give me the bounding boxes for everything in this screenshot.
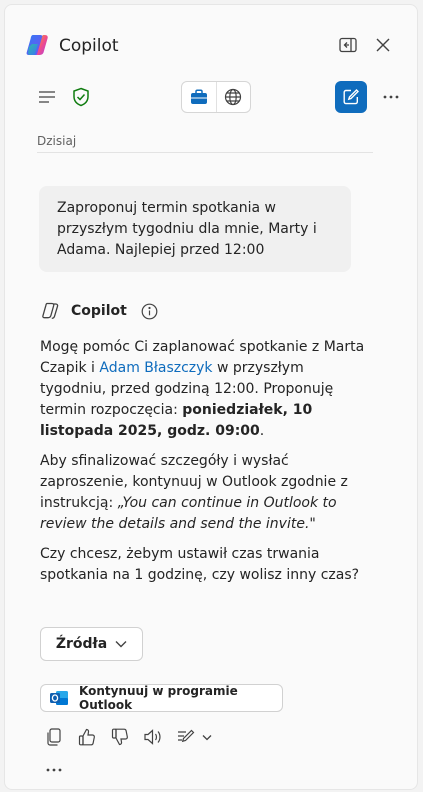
copilot-avatar-icon [41, 301, 61, 321]
info-button[interactable] [141, 302, 159, 320]
copy-button[interactable] [41, 724, 67, 750]
response-paragraph-3: Czy chcesz, żebym ustawił czas trwania s… [40, 546, 360, 583]
like-button[interactable] [74, 724, 100, 750]
protection-status-button[interactable] [67, 83, 95, 111]
work-mode-button[interactable] [182, 82, 217, 112]
mode-toggle [181, 81, 251, 113]
chevron-down-icon [202, 734, 212, 741]
more-icon [383, 95, 399, 99]
outlook-button-label: Kontynuuj w programie Outlook [79, 684, 238, 712]
assistant-message: Mogę pomóc Ci zaplanować spotkanie z Mar… [40, 337, 374, 595]
edit-icon [176, 728, 196, 746]
read-aloud-button[interactable] [140, 724, 166, 750]
new-chat-icon [342, 88, 360, 106]
sources-label: Źródła [55, 636, 108, 652]
person-link-adam[interactable]: Adam Błaszczyk [99, 360, 212, 376]
date-divider [37, 152, 373, 153]
sidepane-toggle-button[interactable] [336, 33, 360, 57]
chevron-down-icon [115, 640, 127, 648]
sources-button[interactable]: Źródła [40, 627, 143, 661]
more-icon [46, 768, 62, 772]
more-options-button[interactable] [377, 83, 405, 111]
copilot-panel: Copilot Dzisiaj Zaproponuj termin spotka… [4, 4, 418, 790]
web-mode-button[interactable] [217, 82, 251, 112]
new-chat-button[interactable] [335, 81, 367, 113]
briefcase-icon [190, 89, 208, 105]
shield-check-icon [72, 87, 90, 107]
sidepane-icon [339, 37, 357, 53]
response-paragraph-2: Aby sfinalizować szczegóły i wysłać zapr… [40, 453, 348, 532]
copy-icon [46, 728, 62, 746]
info-icon [141, 303, 158, 320]
thumbs-down-icon [111, 728, 129, 746]
message-actions [41, 724, 222, 750]
continue-in-outlook-button[interactable]: Kontynuuj w programie Outlook [40, 684, 283, 712]
response-paragraph-1: Mogę pomóc Ci zaplanować spotkanie z Mar… [40, 339, 365, 439]
thumbs-up-icon [78, 728, 96, 746]
globe-icon [224, 88, 242, 106]
edit-options-dropdown[interactable] [199, 724, 215, 750]
close-button[interactable] [371, 33, 395, 57]
dislike-button[interactable] [107, 724, 133, 750]
outlook-icon [49, 689, 69, 707]
edit-button[interactable] [173, 724, 199, 750]
date-label: Dzisiaj [37, 134, 77, 148]
close-icon [375, 37, 391, 53]
title-bar: Copilot [5, 5, 417, 81]
speaker-icon [143, 728, 163, 746]
user-message: Zaproponuj termin spotkania w przyszłym … [39, 186, 351, 272]
assistant-name: Copilot [71, 303, 127, 319]
menu-button[interactable] [33, 83, 61, 111]
menu-icon [38, 90, 56, 104]
more-actions-button[interactable] [43, 762, 65, 778]
assistant-header: Copilot [41, 299, 159, 323]
toolbar [5, 81, 417, 121]
app-title: Copilot [59, 36, 119, 56]
copilot-logo-icon [25, 32, 51, 58]
